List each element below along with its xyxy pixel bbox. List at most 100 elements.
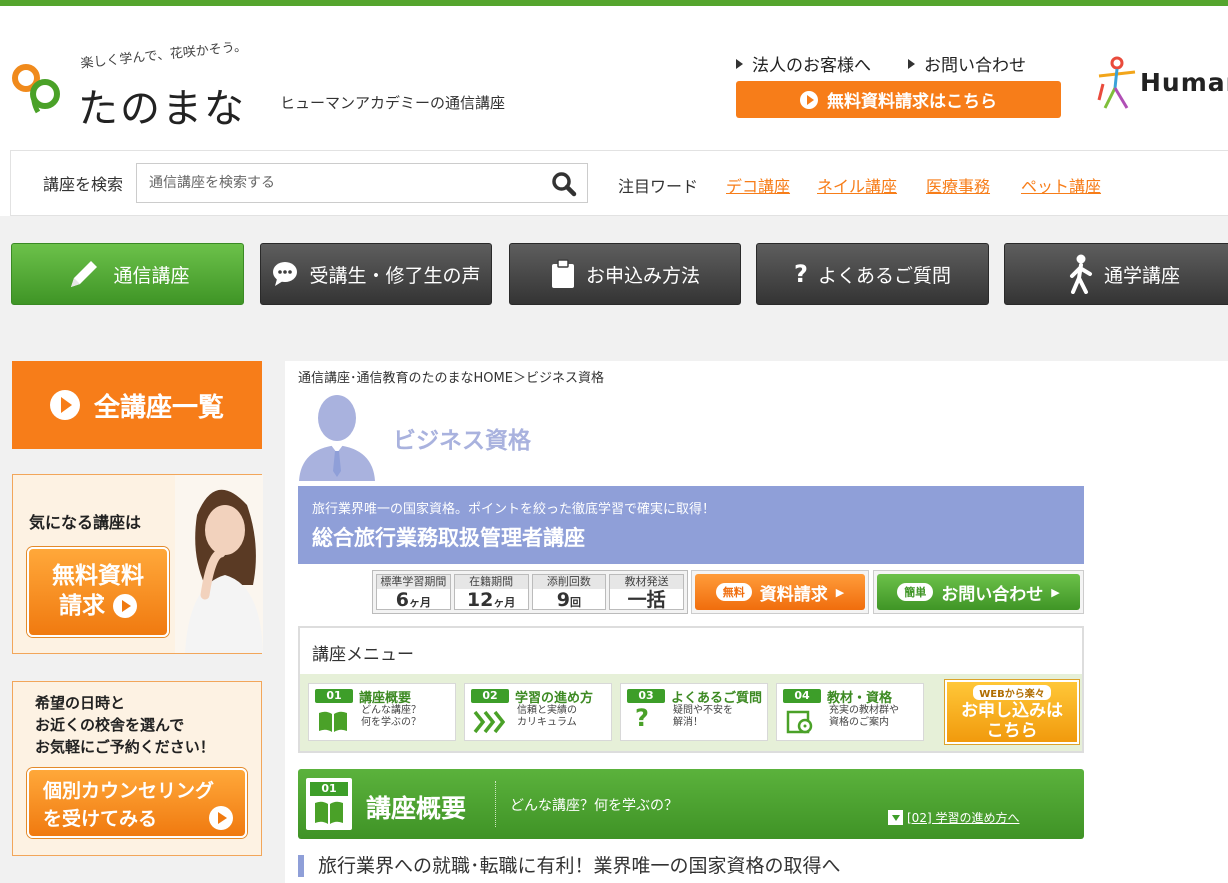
corporate-link-label: 法人のお客様へ (752, 56, 871, 76)
menu-item-overview[interactable]: 01 講座概要 どんな講座？ 何を学ぶの？ (308, 683, 456, 741)
free-pill: 無料 (715, 583, 752, 601)
stat-study-period: 標準学習期間 6ヶ月 (376, 574, 451, 610)
all-courses-button[interactable]: 全講座一覧 (12, 361, 262, 449)
card-text-line: 希望の日時と (35, 694, 126, 712)
contact-link[interactable]: お問い合わせ (908, 51, 1026, 76)
open-book-icon (315, 801, 343, 824)
site-logo-text[interactable]: たのまな (78, 76, 246, 134)
button-line: 請求 (59, 593, 105, 619)
search-bar: 講座を検索 注目ワード デコ講座 ネイル講座 医療事務 ペット講座 (10, 150, 1228, 216)
partner-logo-text: Human (1140, 68, 1228, 97)
web-apply-button[interactable]: WEBから楽々 お申し込みは こちら (945, 680, 1079, 744)
brochure-promo-card[interactable]: 気になる講座は 無料資料 請求 (12, 474, 263, 654)
menu-item-desc: どんな講座？ 何を学ぶの？ (361, 705, 421, 728)
button-line: 無料資料 (52, 563, 144, 589)
button-line: を受けてみる (43, 808, 158, 830)
keyword-link[interactable]: ペット講座 (1021, 173, 1101, 197)
play-circle-icon (113, 594, 137, 618)
nav-label: よくあるご質問 (817, 264, 951, 287)
breadcrumb[interactable]: 通信講座･通信教育のたのまなHOME＞ビジネス資格 (298, 367, 604, 386)
menu-item-title: 学習の進め方 (515, 691, 594, 706)
question-icon: ? (794, 260, 808, 288)
materials-disc-icon (786, 710, 813, 734)
inquiry-label: お問い合わせ (941, 584, 1044, 605)
play-circle-icon (209, 806, 233, 830)
stat-materials-shipping: 教材発送 一括 (609, 574, 684, 610)
nav-student-voices[interactable]: 受講生・修了生の声 (260, 243, 492, 305)
triangle-right-icon (908, 59, 915, 69)
speech-bubble-icon (271, 260, 299, 288)
menu-item-materials[interactable]: 04 教材・資格 充実の教材群や 資格のご案内 (776, 683, 924, 741)
counseling-promo-card[interactable]: 希望の日時と お近くの校舎を選んで お気軽にご予約ください！ 個別カウンセリング… (12, 681, 262, 856)
stat-unit: 回 (569, 596, 581, 609)
arrow-right-icon: ▶ (1051, 585, 1060, 599)
leaf-logo-icon[interactable] (12, 64, 74, 114)
nav-label: 通信講座 (113, 264, 190, 287)
request-brochure-button[interactable]: 無料 資料請求 ▶ (691, 570, 869, 614)
next-section-link[interactable]: [02] 学習の進め方へ (888, 809, 1019, 826)
course-lead: 旅行業界唯一の国家資格。ポイントを絞った徹底学習で確実に取得！ (312, 502, 716, 517)
button-line: 個別カウンセリング (43, 780, 215, 802)
menu-number: 03 (627, 689, 665, 703)
menu-title: 講座メニュー (312, 645, 414, 665)
nav-label: 通学講座 (1103, 264, 1180, 287)
menu-number: 02 (471, 689, 509, 703)
menu-item-faq[interactable]: 03 よくあるご質問 疑問や不安を 解消！ ? (620, 683, 768, 741)
contact-link-label: お問い合わせ (924, 56, 1026, 76)
easy-pill: 簡単 (897, 583, 934, 601)
category-title: ビジネス資格 (393, 428, 531, 454)
play-circle-icon (800, 90, 818, 109)
nav-faq[interactable]: ? よくあるご質問 (756, 243, 989, 305)
stat-value: 一括 (627, 589, 666, 610)
arrow-down-icon (888, 810, 903, 825)
nav-how-to-apply[interactable]: お申込み方法 (509, 243, 741, 305)
stat-label: 在籍期間 (454, 575, 528, 589)
nav-label: お申込み方法 (585, 264, 700, 287)
woman-photo (175, 475, 263, 653)
nav-classroom-courses[interactable]: 通学講座 (1004, 243, 1228, 305)
pencil-icon (65, 255, 103, 293)
menu-item-desc: 充実の教材群や 資格のご案内 (829, 705, 899, 728)
free-brochure-request-button[interactable]: 無料資料 請求 (27, 547, 169, 637)
menu-item-title: 教材・資格 (827, 691, 893, 706)
menu-item-study-method[interactable]: 02 学習の進め方 信頼と実績の カリキュラム (464, 683, 612, 741)
section-subtitle: どんな講座？何を学ぶの？ (510, 798, 678, 814)
businessman-icon (299, 395, 375, 481)
walking-person-icon (1068, 254, 1094, 294)
card-text-line: お近くの校舎を選んで (35, 716, 185, 734)
menu-number: 01 (315, 689, 353, 703)
counseling-button[interactable]: 個別カウンセリング を受けてみる (27, 768, 247, 838)
nav-correspondence-courses[interactable]: 通信講座 (11, 243, 244, 305)
stat-value: 6 (395, 589, 409, 610)
logo-tagline: 楽しく学んで、花咲かそう。 (79, 39, 248, 72)
menu-item-title: 講座概要 (359, 691, 412, 706)
arrow-right-icon: ▶ (835, 585, 845, 599)
keyword-link[interactable]: ネイル講座 (817, 173, 897, 197)
corporate-link[interactable]: 法人のお客様へ (736, 51, 871, 76)
menu-item-title: よくあるご質問 (671, 691, 763, 706)
search-input[interactable] (137, 164, 537, 202)
search-icon[interactable] (551, 171, 577, 197)
stat-corrections: 添削回数 9回 (531, 574, 607, 610)
stat-value: 12 (466, 589, 494, 610)
human-figure-logo-icon[interactable] (1095, 54, 1139, 112)
course-menu: 講座メニュー 01 講座概要 どんな講座？ 何を学ぶの？ 02 学習の進め方 信頼… (298, 626, 1084, 753)
section-number: 01 (310, 782, 348, 796)
menu-item-desc: 疑問や不安を 解消！ (673, 705, 733, 728)
free-brochure-label: 無料資料請求はこちら (827, 92, 997, 112)
section-title: 講座概要 (366, 794, 467, 823)
free-brochure-button[interactable]: 無料資料請求はこちら (736, 81, 1061, 118)
course-stats: 標準学習期間 6ヶ月 在籍期間 12ヶ月 添削回数 9回 教材発送 一括 (372, 570, 688, 614)
stat-value: 9 (556, 589, 570, 610)
stat-unit: ヶ月 (408, 596, 431, 609)
inquiry-button[interactable]: 簡単 お問い合わせ ▶ (873, 570, 1084, 614)
apply-line: お申し込みは (961, 701, 1063, 721)
open-book-icon (319, 711, 347, 732)
keyword-link[interactable]: デコ講座 (726, 173, 790, 197)
question-icon: ? (635, 704, 649, 732)
keyword-link[interactable]: 医療事務 (926, 173, 990, 197)
section-overview-header: 01 講座概要 どんな講座？何を学ぶの？ [02] 学習の進め方へ (298, 769, 1084, 839)
main-content: 通信講座･通信教育のたのまなHOME＞ビジネス資格 ビジネス資格 旅行業界唯一の… (285, 361, 1228, 883)
clipboard-icon (550, 259, 576, 289)
stat-enrollment-period: 在籍期間 12ヶ月 (453, 574, 529, 610)
